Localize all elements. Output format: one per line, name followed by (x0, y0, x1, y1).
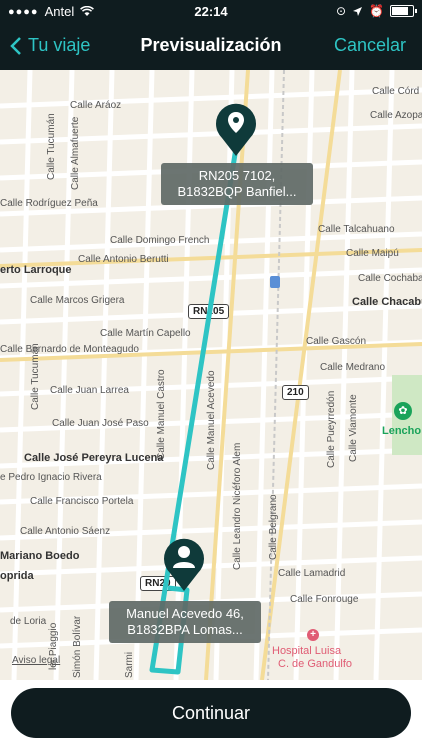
cancel-button[interactable]: Cancelar (334, 35, 406, 56)
alarm-icon: ⏰ (369, 4, 384, 18)
origin-address-label: RN205 7102, B1832BQP Banfiel... (161, 163, 313, 205)
battery-icon (390, 5, 417, 17)
top-bar: ●●●● Antel 22:14 ⊙ ⏰ Tu viaje Previsuali… (0, 0, 422, 70)
continue-button[interactable]: Continuar (11, 688, 411, 738)
destination-location-pin[interactable] (160, 535, 208, 593)
origin-location-pin[interactable] (212, 100, 260, 158)
route-map[interactable]: Calle Aráoz Calle Córd Calle Azopa Calle… (0, 70, 422, 680)
location-arrow-icon (353, 6, 363, 16)
route-line (149, 147, 239, 675)
status-bar: ●●●● Antel 22:14 ⊙ ⏰ (0, 0, 422, 24)
orientation-lock-icon: ⊙ (335, 4, 347, 18)
navigation-bar: Tu viaje Previsualización Cancelar (0, 32, 422, 64)
legal-notice-link[interactable]: Aviso legal (12, 655, 60, 666)
destination-address-label: Manuel Acevedo 46, B1832BPA Lomas... (109, 601, 261, 643)
bottom-action-bar: Continuar (0, 680, 422, 750)
